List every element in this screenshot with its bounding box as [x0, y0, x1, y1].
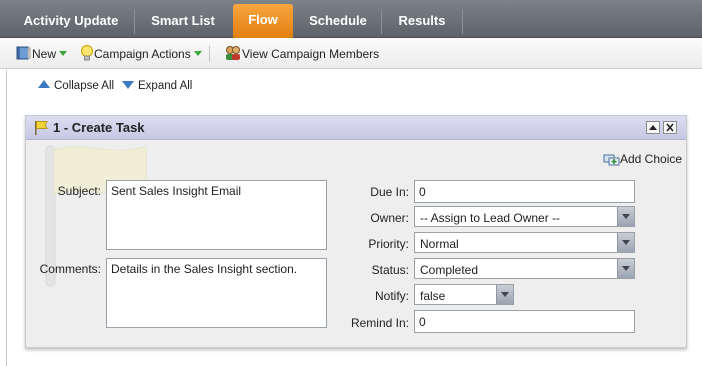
- triangle-up-icon: [649, 125, 657, 130]
- flag-icon: [35, 121, 48, 135]
- priority-selected-value: Normal: [420, 237, 459, 251]
- tab-results[interactable]: Results: [384, 6, 460, 38]
- add-choice-icon: [603, 154, 620, 166]
- move-up-button[interactable]: [646, 121, 660, 134]
- left-gutter-line: [6, 70, 7, 366]
- tab-smart-list[interactable]: Smart List: [136, 6, 230, 38]
- tab-activity-update[interactable]: Activity Update: [8, 6, 134, 38]
- add-choice-label: Add Choice: [620, 152, 683, 166]
- priority-select[interactable]: Normal: [414, 232, 635, 253]
- subject-field[interactable]: Sent Sales Insight Email: [106, 180, 327, 250]
- dropdown-arrow-icon[interactable]: [617, 233, 634, 252]
- tab-divider: [462, 10, 463, 34]
- tab-schedule[interactable]: Schedule: [296, 6, 380, 38]
- toolbar: New Campaign Actions View Campaign Membe…: [0, 38, 702, 69]
- comments-label: Comments:: [39, 262, 101, 276]
- flow-step-title: 1 - Create Task: [53, 120, 145, 135]
- notify-selected-value: false: [420, 289, 446, 303]
- due-in-field[interactable]: [414, 180, 635, 203]
- due-in-label: Due In:: [370, 185, 409, 199]
- owner-select[interactable]: -- Assign to Lead Owner --: [414, 206, 635, 227]
- toolbar-divider: [209, 46, 210, 62]
- tab-divider: [381, 10, 382, 34]
- collapse-all-link[interactable]: Collapse All: [38, 79, 114, 93]
- comments-field[interactable]: Details in the Sales Insight section.: [106, 258, 327, 328]
- triangle-up-icon: [38, 80, 50, 88]
- dropdown-arrow-icon[interactable]: [617, 207, 634, 226]
- expand-all-label: Expand All: [138, 80, 193, 92]
- view-campaign-members-button[interactable]: View Campaign Members: [224, 45, 379, 63]
- notify-select[interactable]: false: [414, 284, 514, 305]
- view-campaign-members-label: View Campaign Members: [242, 47, 380, 61]
- collapse-all-label: Collapse All: [54, 80, 115, 92]
- campaign-actions-button[interactable]: Campaign Actions: [80, 45, 203, 63]
- tab-bar: Activity Update Smart List Flow Schedule…: [0, 0, 702, 38]
- campaign-actions-label: Campaign Actions: [94, 47, 191, 61]
- remind-in-label: Remind In:: [350, 316, 409, 330]
- flow-step-header[interactable]: 1 - Create Task: [26, 116, 686, 140]
- add-choice-link[interactable]: Add Choice: [603, 152, 682, 166]
- tab-flow[interactable]: Flow: [233, 4, 293, 38]
- expand-all-link[interactable]: Expand All: [122, 79, 192, 93]
- new-menu-button[interactable]: New: [16, 45, 68, 63]
- chevron-down-icon: [59, 51, 68, 56]
- status-label: Status:: [371, 263, 409, 277]
- members-icon: [226, 46, 240, 60]
- delete-step-button[interactable]: [663, 121, 677, 134]
- tab-divider: [134, 10, 135, 34]
- new-label: New: [32, 47, 57, 61]
- notify-label: Notify:: [374, 289, 409, 303]
- book-icon: [16, 46, 31, 60]
- status-select[interactable]: Completed: [414, 258, 635, 279]
- remind-in-field[interactable]: [414, 310, 635, 333]
- owner-label: Owner:: [370, 211, 409, 225]
- status-selected-value: Completed: [420, 263, 479, 277]
- triangle-down-icon: [122, 81, 134, 89]
- chevron-down-icon: [194, 51, 203, 56]
- close-icon: [666, 123, 674, 132]
- priority-label: Priority:: [368, 237, 409, 251]
- dropdown-arrow-icon[interactable]: [617, 259, 634, 278]
- lightbulb-icon: [81, 45, 93, 61]
- subject-label: Subject:: [57, 184, 101, 198]
- owner-selected-value: -- Assign to Lead Owner --: [420, 211, 561, 225]
- dropdown-arrow-icon[interactable]: [496, 285, 513, 304]
